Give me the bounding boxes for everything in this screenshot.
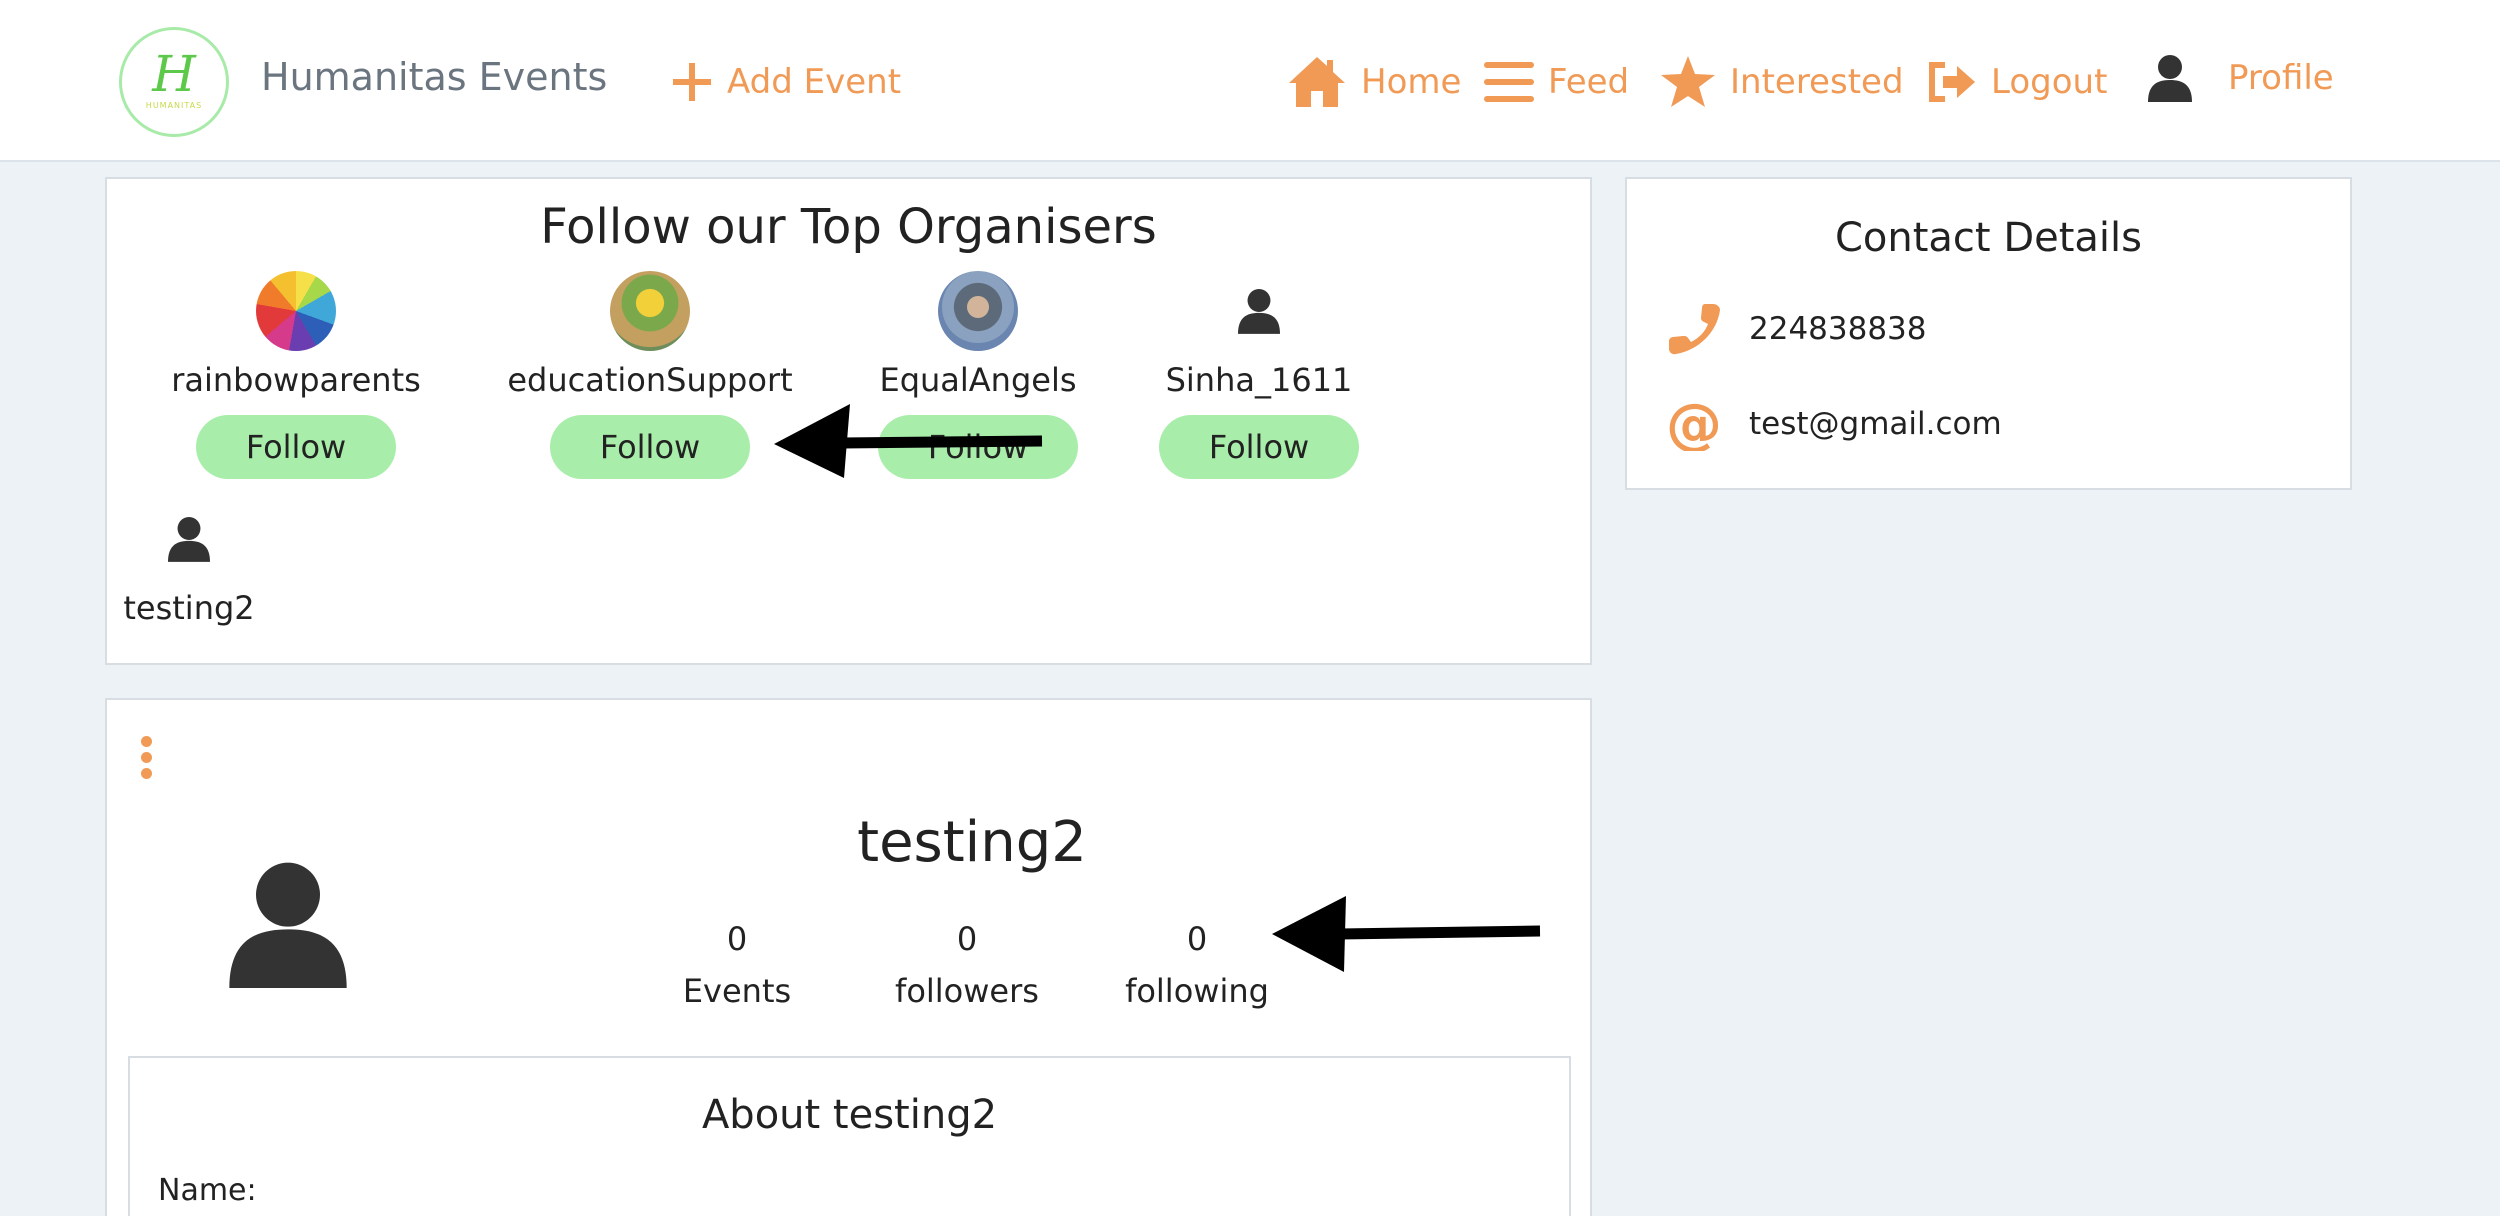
organiser-avatar[interactable] [1219,271,1299,351]
top-navbar: H HUMANITAS Humanitas Events Add Event H… [0,0,2500,162]
organisers-title: Follow our Top Organisers [540,199,1157,255]
followers-count: 0 [956,920,978,958]
events-stat[interactable]: 0 Events [657,920,817,1010]
user-icon [229,862,347,988]
interested-label: Interested [1730,62,1904,102]
organiser-name[interactable]: Sinha_1611 [1109,361,1409,399]
contact-details-card: Contact Details 224838838 @ test@gmail.c… [1625,177,2352,490]
organiser-name[interactable]: EqualAngels [828,361,1128,399]
organiser-name[interactable]: rainbowparents [146,361,446,399]
about-title: About testing2 [701,1092,998,1138]
about-section: About testing2 Name: [128,1056,1571,1216]
organiser-card: Sinha_1611 Follow [1109,271,1409,479]
logo-caption: HUMANITAS [145,100,203,110]
organiser-avatar[interactable] [256,271,336,351]
plus-icon [673,63,711,101]
organiser-card: rainbowparents Follow [146,271,446,479]
profile-label: Profile [2228,58,2334,98]
about-name-label: Name: [158,1173,257,1208]
feed-link[interactable]: Feed [1484,52,1629,112]
contact-email-row: @ test@gmail.com [1667,397,2002,451]
brand-name[interactable]: Humanitas Events [261,55,607,99]
follow-button[interactable]: Follow [1159,415,1359,479]
follow-button[interactable]: Follow [196,415,396,479]
follow-button[interactable]: Follow [550,415,750,479]
user-icon [2148,55,2192,102]
organiser-avatar[interactable] [938,271,1018,351]
logout-label: Logout [1991,62,2108,102]
home-link[interactable]: Home [1287,52,1461,112]
followers-label: followers [895,972,1039,1010]
logout-link[interactable]: Logout [1925,52,2107,112]
contact-phone-row: 224838838 [1667,302,1927,356]
add-event-label: Add Event [727,62,902,102]
at-sign-icon: @ [1667,397,1721,451]
phone-number: 224838838 [1749,311,1927,347]
following-count: 0 [1186,920,1208,958]
interested-link[interactable]: Interested [1660,52,1904,112]
followers-stat[interactable]: 0 followers [887,920,1047,1010]
bars-icon [1484,62,1534,102]
phone-icon [1669,304,1720,355]
organiser-card: educationSupport Follow [500,271,800,479]
logo-letter: H [152,44,196,103]
organiser-card: testing2 [99,499,279,627]
organiser-name[interactable]: educationSupport [500,361,800,399]
events-count: 0 [726,920,748,958]
sign-out-icon [1929,62,1975,102]
feed-label: Feed [1548,62,1630,102]
svg-text:@: @ [1667,397,1721,451]
star-icon [1661,56,1715,107]
organiser-avatar[interactable] [149,499,229,579]
profile-username: testing2 [857,810,1087,875]
more-options-icon[interactable] [141,736,153,784]
user-icon [168,517,210,562]
brand-logo[interactable]: H HUMANITAS [119,27,229,137]
organiser-avatar[interactable] [610,271,690,351]
annotation-arrow-icon [1272,896,1541,972]
email-address: test@gmail.com [1749,406,2002,442]
home-label: Home [1361,62,1462,102]
following-label: following [1125,972,1269,1010]
contact-title: Contact Details [1834,215,2142,261]
annotation-arrow-icon [774,404,1043,478]
profile-link[interactable]: Profile [2148,48,2334,108]
add-event-link[interactable]: Add Event [671,52,901,112]
user-icon [1238,289,1280,334]
following-stat[interactable]: 0 following [1117,920,1277,1010]
organiser-name[interactable]: testing2 [99,589,279,627]
events-label: Events [682,972,792,1010]
home-icon [1289,57,1345,107]
profile-avatar [225,860,351,992]
